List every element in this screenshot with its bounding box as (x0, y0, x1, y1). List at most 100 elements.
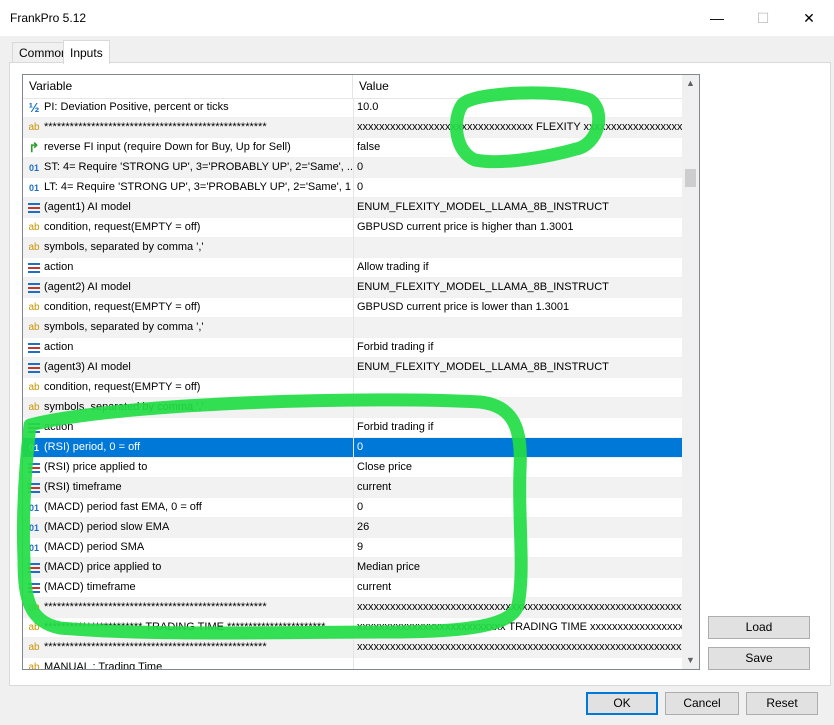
value-cell[interactable]: xxxxxxxxxxxxxxxxxxxxxxxxxxxxxxxxxxxxxxxx… (353, 638, 683, 658)
value-cell[interactable]: xxxxxxxxxxxxxxxxxxxxxxxxxxxxxxxx FLEXITY… (353, 118, 683, 138)
value-cell[interactable]: false (353, 138, 683, 158)
grid-row[interactable]: 01 (RSI) period, 0 = off 0 (23, 438, 682, 458)
value-cell[interactable]: current (353, 578, 683, 598)
grid-row[interactable]: ab **************************************… (23, 118, 683, 138)
variable-cell[interactable]: (MACD) timeframe (23, 578, 352, 598)
grid-row[interactable]: (RSI) price applied to Close price (23, 458, 682, 478)
column-header-variable[interactable]: Variable (23, 75, 72, 98)
grid-row[interactable]: action Allow trading if (23, 258, 682, 278)
grid-row[interactable]: ab condition, request(EMPTY = off) GBPUSD … (23, 298, 682, 318)
variable-cell[interactable]: ab symbols, separated by comma ',' (23, 318, 352, 338)
grid-row[interactable]: ab *********************** TRADING TIME *… (23, 618, 683, 638)
tab-inputs[interactable]: Inputs (63, 40, 110, 64)
column-header-value[interactable]: Value (353, 75, 389, 98)
ok-button[interactable]: OK (586, 692, 658, 715)
variable-cell[interactable]: (MACD) price applied to (23, 558, 352, 578)
close-button[interactable]: ✕ (786, 0, 832, 36)
variable-cell[interactable]: ↱ reverse FI input (require Down for Buy,… (23, 138, 352, 158)
value-cell[interactable]: 0 (353, 438, 683, 458)
value-cell[interactable]: current (353, 478, 683, 498)
grid-row[interactable]: 01 (MACD) period SMA 9 (23, 538, 682, 558)
value-cell[interactable]: ENUM_FLEXITY_MODEL_LLAMA_8B_INSTRUCT (353, 358, 683, 378)
value-cell[interactable]: Close price (353, 458, 683, 478)
value-cell[interactable]: xxxxxxxxxxxxxxxxxxxxxxxxxxxxxxxxxxxxxxxx… (353, 598, 683, 618)
variable-cell[interactable]: ab **************************************… (23, 638, 352, 658)
variable-cell[interactable]: 01 LT: 4= Require 'STRONG UP', 3='PROBABL… (23, 178, 352, 198)
value-cell[interactable]: Median price (353, 558, 683, 578)
grid-row[interactable]: 01 ST: 4= Require 'STRONG UP', 3='PROBABL… (23, 158, 682, 178)
variable-cell[interactable]: 01 (MACD) period SMA (23, 538, 352, 558)
grid-row[interactable]: ab **************************************… (23, 598, 683, 618)
grid-row[interactable]: ab symbols, separated by comma ',' (23, 238, 682, 258)
load-button[interactable]: Load (708, 616, 810, 639)
variable-cell[interactable]: 01 ST: 4= Require 'STRONG UP', 3='PROBABL… (23, 158, 352, 178)
scrollbar-thumb[interactable] (685, 169, 696, 187)
variable-cell[interactable]: ½ PI: Deviation Positive, percent or tick… (23, 98, 352, 118)
variable-cell[interactable]: 01 (MACD) period slow EMA (23, 518, 352, 538)
variable-cell[interactable]: (RSI) timeframe (23, 478, 352, 498)
variable-cell[interactable]: ab MANUAL : Trading Time (23, 658, 352, 669)
value-cell[interactable]: Allow trading if (353, 258, 683, 278)
value-cell[interactable]: ENUM_FLEXITY_MODEL_LLAMA_8B_INSTRUCT (353, 278, 683, 298)
variable-cell[interactable]: (agent1) AI model (23, 198, 352, 218)
grid-row[interactable]: 01 (MACD) period fast EMA, 0 = off 0 (23, 498, 682, 518)
grid-row[interactable]: (RSI) timeframe current (23, 478, 682, 498)
value-cell[interactable]: Forbid trading if (353, 418, 683, 438)
grid-row[interactable]: (agent1) AI model ENUM_FLEXITY_MODEL_LLAM… (23, 198, 682, 218)
variable-cell[interactable]: (agent3) AI model (23, 358, 352, 378)
grid-row[interactable]: ab condition, request(EMPTY = off) (23, 378, 682, 398)
value-cell[interactable]: GBPUSD current price is lower than 1.300… (353, 298, 683, 318)
variable-cell[interactable]: ab **************************************… (23, 118, 352, 138)
value-cell[interactable]: 0 (353, 158, 683, 178)
value-cell[interactable] (353, 378, 683, 398)
grid-row[interactable]: ↱ reverse FI input (require Down for Buy,… (23, 138, 682, 158)
scroll-down-arrow[interactable]: ▼ (682, 652, 699, 669)
value-cell[interactable] (353, 318, 683, 338)
value-cell[interactable]: xxxxxxxxxxxxxxxxxxxxxxxxxxx TRADING TIME… (353, 618, 683, 638)
grid-row[interactable]: action Forbid trading if (23, 418, 682, 438)
variable-cell[interactable]: action (23, 258, 352, 278)
grid-row[interactable]: ab symbols, separated by comma ',' (23, 398, 682, 418)
minimize-button[interactable]: — (694, 0, 740, 36)
grid-row[interactable]: (MACD) price applied to Median price (23, 558, 682, 578)
value-cell[interactable]: 26 (353, 518, 683, 538)
scroll-up-arrow[interactable]: ▲ (682, 75, 699, 92)
grid-row[interactable]: ab MANUAL : Trading Time (23, 658, 683, 669)
grid-row[interactable]: (MACD) timeframe current (23, 578, 682, 598)
variable-cell[interactable]: ab condition, request(EMPTY = off) (23, 298, 352, 318)
variable-cell[interactable]: ab symbols, separated by comma ',' (23, 238, 352, 258)
vertical-scrollbar[interactable]: ▲ ▼ (682, 75, 699, 669)
value-cell[interactable]: 9 (353, 538, 683, 558)
variable-cell[interactable]: 01 (MACD) period fast EMA, 0 = off (23, 498, 352, 518)
variable-cell[interactable]: 01 (RSI) period, 0 = off (23, 438, 352, 458)
value-cell[interactable] (353, 398, 683, 418)
value-cell[interactable]: 0 (353, 178, 683, 198)
grid-row[interactable]: (agent2) AI model ENUM_FLEXITY_MODEL_LLAM… (23, 278, 682, 298)
value-cell[interactable]: 0 (353, 498, 683, 518)
grid-row[interactable]: (agent3) AI model ENUM_FLEXITY_MODEL_LLAM… (23, 358, 682, 378)
variable-cell[interactable]: action (23, 338, 352, 358)
value-cell[interactable]: ENUM_FLEXITY_MODEL_LLAMA_8B_INSTRUCT (353, 198, 683, 218)
value-cell[interactable]: 10.0 (353, 98, 683, 118)
grid-row[interactable]: ½ PI: Deviation Positive, percent or tick… (23, 98, 682, 118)
value-cell[interactable] (353, 658, 683, 669)
value-cell[interactable] (353, 238, 683, 258)
grid-row[interactable]: action Forbid trading if (23, 338, 682, 358)
variable-cell[interactable]: ab **************************************… (23, 598, 352, 618)
value-cell[interactable]: Forbid trading if (353, 338, 683, 358)
grid-row[interactable]: 01 LT: 4= Require 'STRONG UP', 3='PROBABL… (23, 178, 682, 198)
grid-row[interactable]: 01 (MACD) period slow EMA 26 (23, 518, 682, 538)
cancel-button[interactable]: Cancel (665, 692, 739, 715)
reset-button[interactable]: Reset (746, 692, 818, 715)
grid-row[interactable]: ab symbols, separated by comma ',' (23, 318, 682, 338)
variable-cell[interactable]: action (23, 418, 352, 438)
variable-cell[interactable]: ab *********************** TRADING TIME *… (23, 618, 352, 638)
value-cell[interactable]: GBPUSD current price is higher than 1.30… (353, 218, 683, 238)
variable-cell[interactable]: (RSI) price applied to (23, 458, 352, 478)
grid-row[interactable]: ab **************************************… (23, 638, 683, 658)
grid-row[interactable]: ab condition, request(EMPTY = off) GBPUSD … (23, 218, 682, 238)
variable-cell[interactable]: ab condition, request(EMPTY = off) (23, 378, 352, 398)
variable-cell[interactable]: (agent2) AI model (23, 278, 352, 298)
save-button[interactable]: Save (708, 647, 810, 670)
variable-cell[interactable]: ab symbols, separated by comma ',' (23, 398, 352, 418)
